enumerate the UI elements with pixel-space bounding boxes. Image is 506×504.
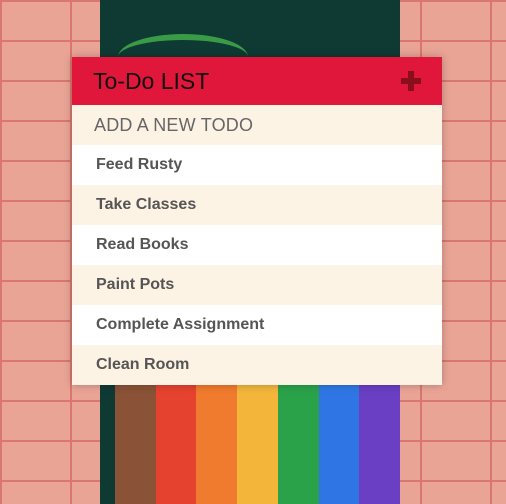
todo-item-label: Clean Room [96,356,190,373]
rainbow-stripe [277,385,319,504]
todo-item[interactable]: Take Classes [72,185,442,225]
todo-header: To-Do LIST [72,57,442,105]
rainbow-stripe [196,385,238,504]
todo-item[interactable]: Read Books [72,225,442,265]
todo-item[interactable]: Feed Rusty [72,145,442,185]
plus-icon[interactable] [400,70,422,92]
rainbow-stripe [318,385,360,504]
todo-list: Feed Rusty Take Classes Read Books Paint… [72,145,442,385]
todo-card: To-Do LIST Feed Rusty Take Classes Read … [72,57,442,385]
new-todo-row [72,105,442,145]
page-title: To-Do LIST [93,67,210,94]
todo-item-label: Take Classes [96,196,197,213]
rainbow-stripe [237,385,278,504]
todo-item[interactable]: Complete Assignment [72,305,442,345]
todo-item-label: Complete Assignment [96,316,265,333]
rainbow-stripe [155,385,197,504]
todo-item-label: Paint Pots [96,276,175,293]
background-rainbow [115,385,401,504]
todo-item-label: Read Books [96,236,189,253]
rainbow-stripe [359,385,401,504]
rainbow-stripe [115,385,156,504]
todo-item[interactable]: Paint Pots [72,265,442,305]
new-todo-input[interactable] [92,113,416,137]
todo-item[interactable]: Clean Room [72,345,442,385]
todo-item-label: Feed Rusty [96,156,183,173]
